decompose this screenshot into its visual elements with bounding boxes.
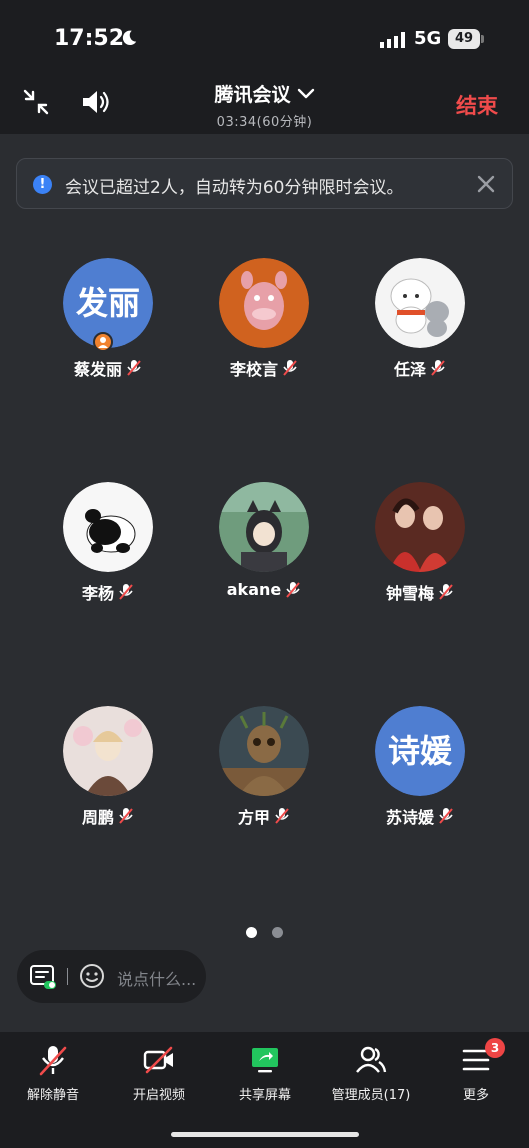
member-name: 任泽 [393, 360, 426, 379]
more-label: 更多 [462, 1088, 489, 1103]
info-icon: ! [33, 175, 52, 194]
avatar-image [63, 706, 153, 796]
battery-level: 49 [448, 29, 480, 49]
chat-input[interactable]: 说点什么... [117, 966, 196, 990]
member-name: 李校言 [229, 360, 278, 379]
avatar [219, 706, 309, 796]
avatar [63, 706, 153, 796]
moon-icon [122, 30, 137, 46]
meeting-top-bar: 腾讯会议 03:34(60分钟) 结束 [0, 80, 529, 134]
video-off-icon [143, 1046, 173, 1074]
page-dot-active[interactable] [246, 927, 257, 938]
divider [67, 968, 68, 985]
manage-members-button[interactable]: 管理成员(17) [318, 1044, 424, 1103]
mic-muted-icon [431, 360, 445, 376]
unmute-button[interactable]: 解除静音 [0, 1044, 106, 1103]
members-icon [356, 1046, 387, 1073]
mic-muted-icon [283, 360, 297, 376]
mic-muted-icon [275, 808, 289, 824]
mic-muted-icon [127, 360, 141, 376]
manage-members-label: 管理成员(17) [331, 1088, 411, 1103]
share-screen-button[interactable]: 共享屏幕 [212, 1044, 318, 1103]
avatar [219, 258, 309, 348]
mic-muted-icon [439, 584, 453, 600]
end-meeting-button[interactable]: 结束 [456, 90, 498, 120]
close-icon[interactable] [475, 173, 497, 195]
more-button[interactable]: 3 更多 [423, 1038, 529, 1103]
member-tile[interactable]: akane [186, 482, 342, 599]
share-screen-icon [252, 1048, 278, 1073]
member-name: 方甲 [237, 808, 270, 827]
chat-toggle-icon[interactable] [29, 964, 57, 990]
member-tile[interactable]: 周鹏 [30, 706, 186, 828]
host-icon [93, 332, 113, 352]
chat-bar[interactable]: 说点什么... [17, 950, 206, 1003]
member-tile[interactable]: 任泽 [342, 258, 498, 380]
page-dot[interactable] [272, 927, 283, 938]
member-tile[interactable]: 发丽 蔡发丽 [30, 258, 186, 380]
mic-muted-icon [286, 581, 300, 598]
member-tile[interactable]: 钟雪梅 [342, 482, 498, 604]
mic-off-icon [39, 1046, 67, 1076]
notification-badge: 3 [485, 1038, 505, 1058]
member-tile[interactable]: 李杨 [30, 482, 186, 604]
avatar-image [219, 258, 309, 348]
network-type: 5G [414, 28, 442, 49]
member-tile[interactable]: 李校言 [186, 258, 342, 380]
unmute-label: 解除静音 [26, 1088, 79, 1103]
avatar-initials: 诗媛 [375, 706, 465, 796]
meeting-duration: 03:34(60分钟) [216, 115, 313, 130]
avatar [219, 482, 309, 572]
member-name: 李杨 [81, 584, 114, 603]
battery-icon: 49 [448, 29, 484, 49]
member-name: akane [226, 580, 282, 599]
member-name: 周鹏 [81, 808, 114, 827]
member-tile[interactable]: 诗媛 苏诗媛 [342, 706, 498, 828]
signal-icon [380, 32, 405, 48]
member-name: 苏诗媛 [385, 808, 434, 827]
time-limit-notice: ! 会议已超过2人，自动转为60分钟限时会议。 [16, 158, 513, 209]
member-name: 钟雪梅 [385, 584, 434, 603]
status-time: 17:52 [54, 26, 125, 51]
status-bar: 17:52 5G 49 [0, 0, 529, 80]
avatar [375, 258, 465, 348]
emoji-icon[interactable] [79, 963, 105, 989]
avatar-image [63, 482, 153, 572]
start-video-button[interactable]: 开启视频 [106, 1044, 212, 1103]
mic-muted-icon [119, 808, 133, 824]
meeting-title: 腾讯会议 [214, 84, 291, 106]
start-video-label: 开启视频 [132, 1088, 185, 1103]
avatar-image [375, 482, 465, 572]
mic-muted-icon [439, 808, 453, 824]
mic-muted-icon [119, 584, 133, 600]
avatar-image [375, 258, 465, 348]
avatar [63, 482, 153, 572]
member-tile[interactable]: 方甲 [186, 706, 342, 828]
meeting-title-area[interactable]: 腾讯会议 03:34(60分钟) [0, 80, 529, 130]
avatar [375, 482, 465, 572]
share-screen-label: 共享屏幕 [238, 1088, 291, 1103]
home-indicator[interactable] [171, 1132, 359, 1137]
avatar: 诗媛 [375, 706, 465, 796]
bottom-toolbar: 解除静音 开启视频 共享屏幕 管理成员(17) 3 更多 [0, 1032, 529, 1148]
notice-text: 会议已超过2人，自动转为60分钟限时会议。 [65, 178, 404, 198]
avatar-image [219, 706, 309, 796]
chevron-down-icon [297, 88, 314, 98]
avatar-image [219, 482, 309, 572]
member-name: 蔡发丽 [73, 360, 122, 379]
